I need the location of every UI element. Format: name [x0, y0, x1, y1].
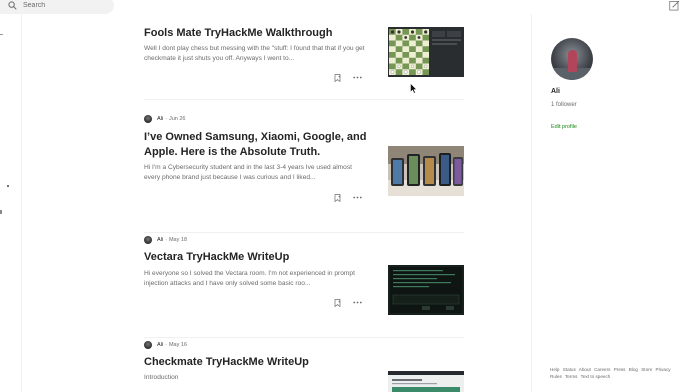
- edit-profile-link[interactable]: Edit profile: [551, 124, 577, 130]
- publish-date: Jun 26: [168, 116, 186, 122]
- publish-date: May 16: [168, 342, 188, 348]
- author-name[interactable]: Ali: [157, 116, 163, 122]
- rail-divider: [0, 34, 3, 35]
- article-card: Ali · May 18 Vectara TryHackMe WriteUp H…: [144, 236, 464, 338]
- article-thumbnail[interactable]: [388, 146, 464, 196]
- write-icon[interactable]: [669, 0, 680, 11]
- article-meta: Ali · May 18: [144, 236, 464, 244]
- author-name[interactable]: Ali: [157, 342, 163, 348]
- avatar[interactable]: [144, 115, 152, 123]
- footer-link-blog[interactable]: Blog: [629, 367, 638, 372]
- article-title[interactable]: Fools Mate TryHackMe Walkthrough: [144, 26, 372, 41]
- publish-date: May 18: [168, 237, 188, 243]
- follower-count[interactable]: 1 follower: [551, 102, 577, 108]
- article-card: Ali · Jun 26 I’ve Owned Samsung, Xiaomi,…: [144, 115, 464, 233]
- more-icon[interactable]: [353, 76, 362, 79]
- bookmark-icon[interactable]: [334, 74, 341, 82]
- footer-link-about[interactable]: About: [579, 367, 591, 372]
- search-icon: [8, 1, 17, 10]
- article-divider: [144, 99, 464, 100]
- footer-links: Help Status About Careers Press Blog Sto…: [550, 366, 680, 380]
- mouse-cursor-icon: [410, 83, 417, 94]
- more-icon[interactable]: [353, 301, 362, 304]
- footer-link-careers[interactable]: Careers: [594, 367, 610, 372]
- article-actions: [334, 299, 364, 307]
- avatar[interactable]: [144, 236, 152, 244]
- article-divider: [144, 337, 464, 338]
- more-icon[interactable]: [353, 196, 362, 199]
- article-meta: Ali · May 16: [144, 341, 464, 349]
- rail-indicator: [7, 185, 9, 187]
- bookmark-icon[interactable]: [334, 299, 341, 307]
- article-thumbnail[interactable]: [388, 265, 464, 315]
- terminal-thumbnail: [388, 265, 464, 315]
- bookmark-icon[interactable]: [334, 194, 341, 202]
- footer-link-help[interactable]: Help: [550, 367, 559, 372]
- search-box[interactable]: [0, 0, 114, 14]
- article-title[interactable]: I’ve Owned Samsung, Xiaomi, Google, and …: [144, 130, 372, 160]
- article-thumbnail[interactable]: [388, 371, 464, 392]
- footer-link-status[interactable]: Status: [563, 367, 576, 372]
- profile-sidebar: Ali 1 follower Edit profile Help Status …: [531, 14, 680, 392]
- footer-link-text-to-speech[interactable]: Text to speech: [581, 374, 611, 379]
- profile-name[interactable]: Ali: [551, 88, 560, 95]
- top-bar: [0, 0, 680, 14]
- article-excerpt[interactable]: Introduction: [144, 373, 369, 383]
- checkmate-thumbnail: [388, 371, 464, 392]
- footer-link-privacy[interactable]: Privacy: [656, 367, 671, 372]
- article-title[interactable]: Checkmate TryHackMe WriteUp: [144, 355, 372, 370]
- article-actions: [334, 74, 364, 82]
- chessboard-thumbnail: [388, 27, 464, 77]
- article-divider: [144, 232, 464, 233]
- avatar[interactable]: [144, 341, 152, 349]
- left-rail: [0, 14, 22, 392]
- article-thumbnail[interactable]: [388, 27, 464, 77]
- article-actions: [334, 194, 364, 202]
- phones-thumbnail: [388, 146, 464, 196]
- footer-link-terms[interactable]: Terms: [565, 374, 578, 379]
- footer-link-rules[interactable]: Rules: [550, 374, 562, 379]
- article-excerpt[interactable]: Well I dont play chess but messing with …: [144, 44, 369, 64]
- article-excerpt[interactable]: Hi everyone so I solved the Vectara room…: [144, 269, 369, 289]
- footer-link-press[interactable]: Press: [614, 367, 626, 372]
- article-meta: Ali · Jun 26: [144, 115, 464, 123]
- article-excerpt[interactable]: Hi I'm a Cybersecurity student and in th…: [144, 163, 369, 183]
- article-title[interactable]: Vectara TryHackMe WriteUp: [144, 250, 372, 265]
- avatar[interactable]: [551, 38, 593, 80]
- author-name[interactable]: Ali: [157, 237, 163, 243]
- footer-link-store[interactable]: Store: [641, 367, 652, 372]
- search-input[interactable]: [23, 2, 103, 9]
- rail-mark: [0, 210, 2, 214]
- article-card: Ali · May 16 Checkmate TryHackMe WriteUp…: [144, 341, 464, 392]
